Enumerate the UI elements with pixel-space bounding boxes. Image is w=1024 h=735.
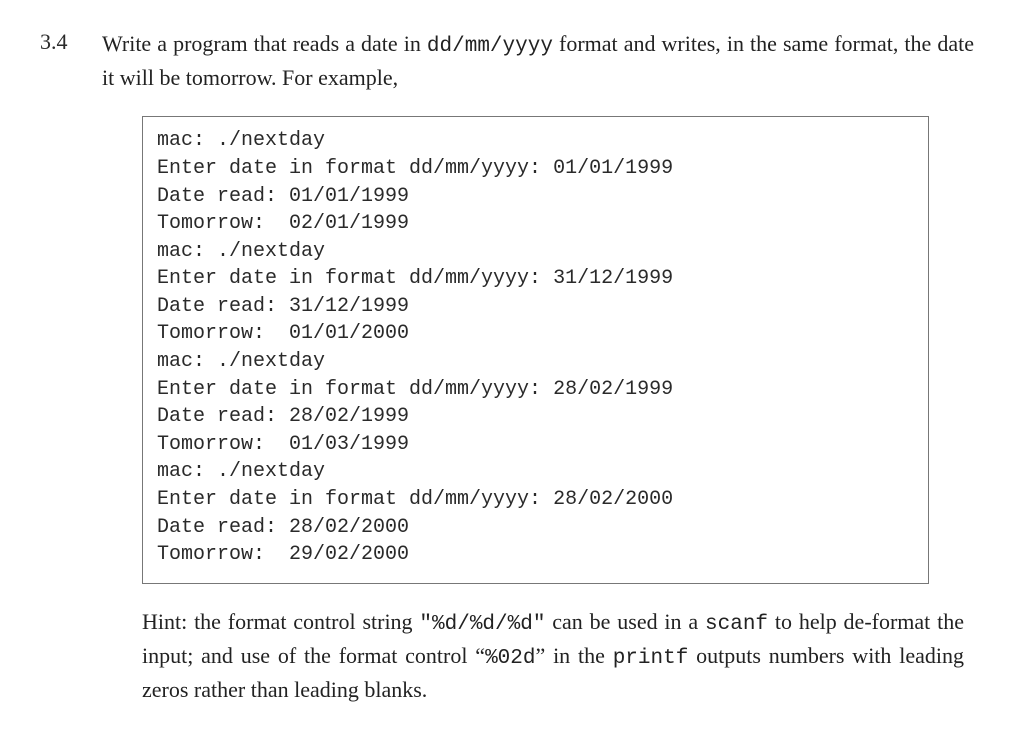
code-line: mac: ./nextday [157, 348, 914, 376]
exercise-prompt: Write a program that reads a date in dd/… [102, 28, 974, 94]
exercise-header: 3.4 Write a program that reads a date in… [40, 28, 974, 94]
text-span: ” in the [535, 643, 612, 668]
document-page: 3.4 Write a program that reads a date in… [0, 0, 1024, 735]
code-line: Enter date in format dd/mm/yyyy: 01/01/1… [157, 155, 914, 183]
mono-span: %02d [485, 647, 535, 670]
code-line: Date read: 31/12/1999 [157, 293, 914, 321]
code-line: Date read: 28/02/2000 [157, 514, 914, 542]
code-line: Date read: 28/02/1999 [157, 403, 914, 431]
text-span: Hint: the format control string [142, 609, 419, 634]
code-line: Enter date in format dd/mm/yyyy: 31/12/1… [157, 265, 914, 293]
code-line: Date read: 01/01/1999 [157, 183, 914, 211]
code-line: mac: ./nextday [157, 238, 914, 266]
code-line: Enter date in format dd/mm/yyyy: 28/02/2… [157, 486, 914, 514]
text-span: can be used in a [545, 609, 705, 634]
code-example-box: mac: ./nextdayEnter date in format dd/mm… [142, 116, 929, 584]
code-line: Tomorrow: 29/02/2000 [157, 541, 914, 569]
mono-span: "%d/%d/%d" [419, 613, 545, 636]
code-line: mac: ./nextday [157, 127, 914, 155]
mono-span: dd/mm/yyyy [427, 35, 553, 58]
code-line: Enter date in format dd/mm/yyyy: 28/02/1… [157, 376, 914, 404]
code-line: Tomorrow: 01/03/1999 [157, 431, 914, 459]
code-line: mac: ./nextday [157, 458, 914, 486]
code-line: Tomorrow: 01/01/2000 [157, 320, 914, 348]
hint-paragraph: Hint: the format control string "%d/%d/%… [142, 606, 964, 707]
mono-span: printf [613, 647, 689, 670]
code-line: Tomorrow: 02/01/1999 [157, 210, 914, 238]
text-span: Write a program that reads a date in [102, 31, 427, 56]
mono-span: scanf [705, 613, 768, 636]
exercise-number: 3.4 [40, 28, 102, 55]
